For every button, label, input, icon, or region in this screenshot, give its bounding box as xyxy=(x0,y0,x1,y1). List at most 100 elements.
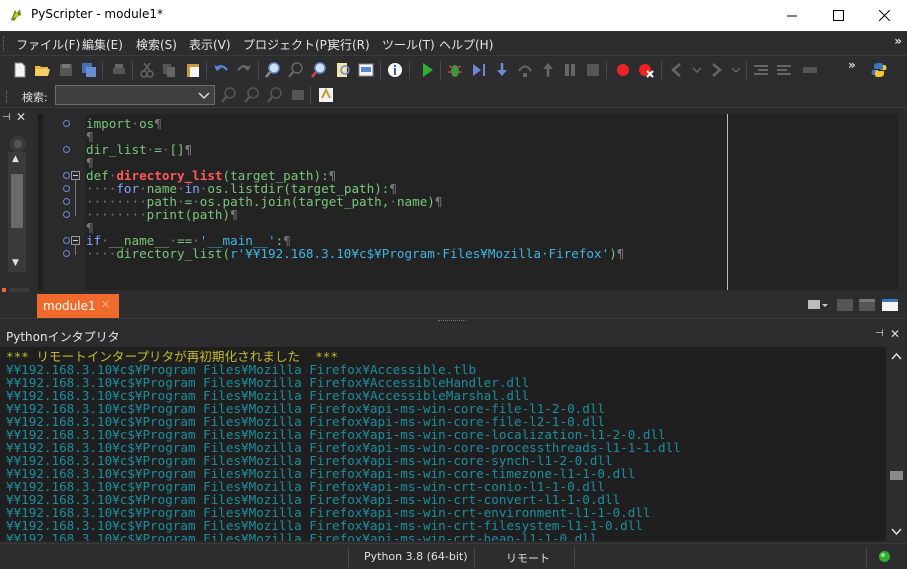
search-highlight-icon[interactable] xyxy=(266,86,284,104)
line-marker-icon[interactable] xyxy=(63,198,70,205)
line-marker-icon[interactable] xyxy=(63,237,70,244)
search-next-icon[interactable] xyxy=(220,86,238,104)
code-line[interactable]: ····directory_list(r'¥¥192.168.3.10¥c$¥P… xyxy=(86,247,624,260)
forward-icon[interactable] xyxy=(707,61,725,79)
code-token: ¶ xyxy=(434,194,443,209)
info-icon[interactable] xyxy=(386,61,404,79)
scroll-down-icon[interactable]: ▼ xyxy=(12,258,19,268)
python-icon[interactable] xyxy=(870,61,888,79)
forward-dropdown-icon[interactable] xyxy=(727,61,745,79)
interpreter-scrollbar[interactable] xyxy=(886,347,907,541)
replace-icon[interactable] xyxy=(310,61,328,79)
pin-icon[interactable]: ⊣ xyxy=(875,328,884,339)
copy-icon[interactable] xyxy=(160,61,178,79)
scroll-up-icon[interactable] xyxy=(890,351,903,361)
run-to-cursor-icon[interactable] xyxy=(470,61,488,79)
search-clear-icon[interactable] xyxy=(289,86,307,104)
close-panel-icon[interactable]: ✕ xyxy=(16,110,26,124)
menu-file[interactable]: ファイル(F) xyxy=(16,36,80,53)
tab-close-icon[interactable]: ✕ xyxy=(101,298,110,311)
window-title: PyScripter - module1* xyxy=(31,7,164,21)
close-button[interactable] xyxy=(861,0,907,31)
minimize-button[interactable] xyxy=(769,0,815,31)
run-icon[interactable] xyxy=(418,61,436,79)
line-marker-icon[interactable] xyxy=(63,146,70,153)
search-options-icon[interactable] xyxy=(317,86,335,104)
menu-help[interactable]: ヘルプ(H) xyxy=(439,36,493,53)
back-dropdown-icon[interactable] xyxy=(688,61,706,79)
pin-icon[interactable]: ⊣ xyxy=(2,112,11,123)
line-marker-icon[interactable] xyxy=(63,250,70,257)
breakpoint-icon[interactable] xyxy=(614,61,632,79)
redo-icon[interactable] xyxy=(235,61,253,79)
search-input[interactable] xyxy=(55,85,215,105)
paste-icon[interactable] xyxy=(184,61,202,79)
panel-scrollbar[interactable]: ▲ ▼ xyxy=(8,152,26,272)
scroll-up-icon[interactable]: ▲ xyxy=(12,154,19,164)
indent-icon[interactable] xyxy=(752,61,770,79)
tab-module1[interactable]: module1 ✕ xyxy=(37,294,119,318)
find-next-icon[interactable] xyxy=(287,61,305,79)
fold-toggle-icon[interactable] xyxy=(71,236,80,245)
line-marker-icon[interactable] xyxy=(63,211,70,218)
scroll-down-icon[interactable] xyxy=(890,527,903,537)
cut-icon[interactable] xyxy=(138,61,156,79)
toolbar-separator xyxy=(440,61,441,79)
interpreter-output[interactable]: *** リモートインタープリタが再初期化されました *** ¥¥192.168.… xyxy=(0,347,886,541)
python-engine[interactable]: リモート xyxy=(506,550,550,566)
menu-project[interactable]: プロジェクト(P) xyxy=(243,36,332,53)
comment-icon[interactable] xyxy=(801,61,819,79)
pause-icon[interactable] xyxy=(561,61,579,79)
goto-line-icon[interactable] xyxy=(357,61,375,79)
maximize-editor-icon[interactable] xyxy=(881,297,899,313)
toolbar-separator xyxy=(258,61,259,79)
split-editor-icon[interactable] xyxy=(858,297,876,313)
close-icon xyxy=(878,10,890,21)
debug-icon[interactable] xyxy=(446,61,464,79)
search-prev-icon[interactable] xyxy=(243,86,261,104)
save-all-icon[interactable] xyxy=(80,61,98,79)
toolbar-overflow-icon[interactable]: » xyxy=(848,58,856,72)
code-line[interactable]: dir_list·=·[]¶ xyxy=(86,143,192,156)
maximize-button[interactable] xyxy=(815,0,861,31)
save-icon[interactable] xyxy=(57,61,75,79)
code-editor[interactable]: import·os¶ ¶ dir_list·=·[]¶ ¶ def·directory_… xyxy=(38,114,898,290)
code-token: ···· xyxy=(86,246,117,261)
clear-breakpoints-icon[interactable] xyxy=(637,61,655,79)
line-marker-icon[interactable] xyxy=(63,120,70,127)
find-in-files-icon[interactable] xyxy=(334,61,352,79)
new-tab-icon[interactable] xyxy=(836,297,854,313)
interpreter-title: Pythonインタプリタ xyxy=(6,330,120,344)
close-panel-icon[interactable]: ✕ xyxy=(890,327,900,341)
fold-toggle-icon[interactable] xyxy=(71,171,80,180)
menu-search[interactable]: 検索(S) xyxy=(136,36,177,53)
back-icon[interactable] xyxy=(668,61,686,79)
scroll-thumb[interactable] xyxy=(890,471,903,480)
step-into-icon[interactable] xyxy=(493,61,511,79)
step-over-icon[interactable] xyxy=(516,61,534,79)
toolbar-separator xyxy=(310,86,311,104)
splitter-grip[interactable] xyxy=(438,320,466,322)
code-line[interactable]: import·os¶ xyxy=(86,117,162,130)
code-line[interactable]: ········print(path)¶ xyxy=(86,208,238,221)
chevron-down-icon[interactable] xyxy=(197,87,211,103)
menu-tools[interactable]: ツール(T) xyxy=(382,36,435,53)
undo-icon[interactable] xyxy=(212,61,230,79)
find-icon[interactable] xyxy=(264,61,282,79)
menu-overflow-icon[interactable]: » xyxy=(894,34,902,48)
print-icon[interactable] xyxy=(110,61,128,79)
python-version[interactable]: Python 3.8 (64-bit) xyxy=(364,550,468,563)
line-marker-icon[interactable] xyxy=(63,185,70,192)
open-icon[interactable] xyxy=(33,61,51,79)
scroll-thumb[interactable] xyxy=(11,174,23,228)
dedent-icon[interactable] xyxy=(775,61,793,79)
line-marker-icon[interactable] xyxy=(63,172,70,179)
menu-edit[interactable]: 編集(E) xyxy=(82,36,123,53)
new-file-icon[interactable] xyxy=(11,61,29,79)
stop-icon[interactable] xyxy=(584,61,602,79)
menu-run[interactable]: 実行(R) xyxy=(328,36,370,53)
step-out-icon[interactable] xyxy=(539,61,557,79)
menu-view[interactable]: 表示(V) xyxy=(189,36,231,53)
tab-list-icon[interactable] xyxy=(807,298,829,312)
toolbar-separator xyxy=(102,61,103,79)
